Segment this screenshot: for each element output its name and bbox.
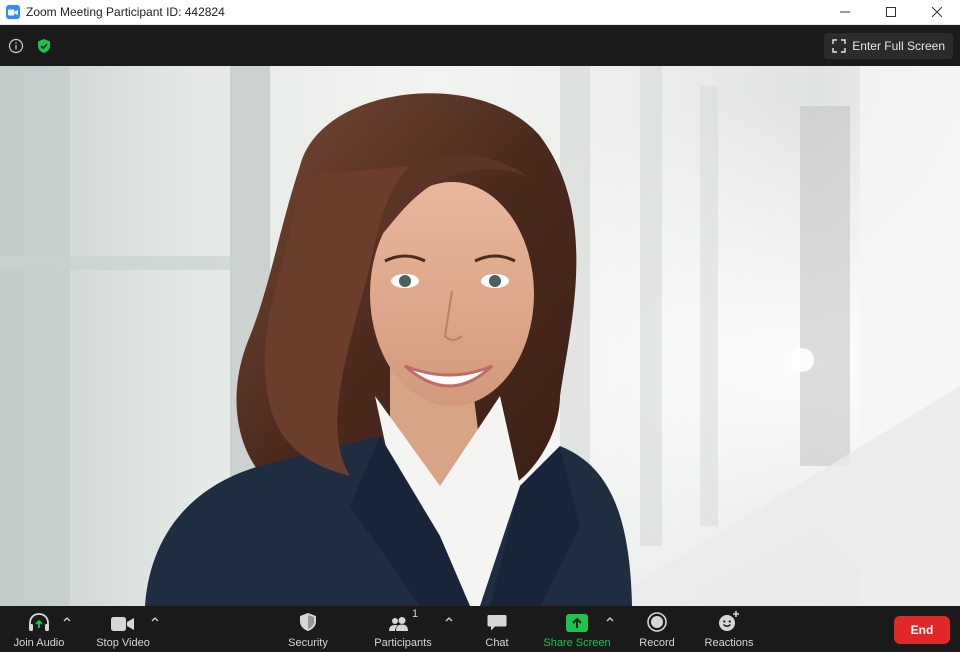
participants-label: Participants: [374, 637, 432, 649]
maximize-button[interactable]: [868, 0, 914, 25]
meeting-top-bar: Enter Full Screen: [0, 25, 960, 66]
reactions-label: Reactions: [704, 637, 754, 649]
headphones-icon: [29, 613, 49, 631]
share-arrow-icon: [566, 614, 588, 632]
people-icon: [388, 617, 408, 631]
end-meeting-button[interactable]: End: [894, 616, 950, 644]
chat-label: Chat: [485, 637, 509, 649]
record-label: Record: [639, 637, 675, 649]
video-camera-icon: [111, 617, 134, 631]
record-button[interactable]: Record: [632, 606, 682, 652]
expand-icon: [832, 38, 846, 53]
participants-options-chevron-icon[interactable]: [444, 614, 454, 624]
share-options-chevron-icon[interactable]: [605, 614, 615, 624]
enter-full-screen-label: Enter Full Screen: [852, 38, 945, 53]
zoom-logo-icon: [6, 5, 20, 19]
shield-check-icon[interactable]: [36, 38, 52, 54]
join-audio-label: Join Audio: [13, 637, 65, 649]
chat-bubble-icon: [487, 615, 507, 631]
participants-button[interactable]: 1 Participants: [370, 606, 436, 652]
maximize-icon: [886, 7, 896, 17]
record-icon: [647, 612, 667, 632]
participants-count: 1: [411, 608, 419, 620]
participant-video: [0, 66, 960, 606]
chat-button[interactable]: Chat: [476, 606, 518, 652]
stop-video-label: Stop Video: [96, 637, 150, 649]
minimize-icon: [840, 11, 850, 13]
audio-options-chevron-icon[interactable]: [62, 614, 72, 624]
security-label: Security: [288, 637, 328, 649]
security-button[interactable]: Security: [282, 606, 334, 652]
meeting-toolbar: Join Audio Stop Video Security 1 Partici…: [0, 606, 960, 652]
minimize-button[interactable]: [822, 0, 868, 25]
shield-icon: [300, 613, 316, 631]
reactions-button[interactable]: Reactions: [700, 606, 758, 652]
emoji-add-icon: [719, 611, 739, 631]
enter-full-screen-button[interactable]: Enter Full Screen: [824, 32, 953, 59]
share-screen-button[interactable]: Share Screen: [542, 606, 612, 652]
video-options-chevron-icon[interactable]: [150, 614, 160, 624]
close-icon: [932, 7, 942, 17]
window-title-bar: Zoom Meeting Participant ID: 442824: [0, 0, 960, 25]
stop-video-button[interactable]: Stop Video: [92, 606, 154, 652]
join-audio-button[interactable]: Join Audio: [8, 606, 70, 652]
info-icon[interactable]: [8, 38, 24, 54]
share-screen-label: Share Screen: [543, 637, 611, 649]
window-title: Zoom Meeting Participant ID: 442824: [26, 5, 225, 19]
close-button[interactable]: [914, 0, 960, 25]
